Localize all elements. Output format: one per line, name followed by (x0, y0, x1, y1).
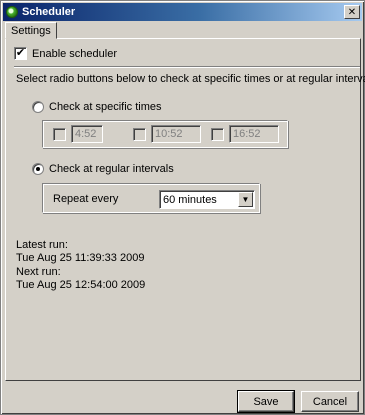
time-3-field[interactable]: 16:52 (229, 125, 279, 143)
save-button[interactable]: Save (237, 390, 295, 413)
close-icon: ✕ (347, 6, 357, 18)
time-2-checkbox[interactable] (133, 127, 146, 141)
specific-times-option[interactable]: Check at specific times (32, 101, 161, 113)
time-slot-2: 10:52 (133, 125, 201, 143)
time-slot-3: 16:52 (211, 125, 279, 143)
settings-panel: ✔ Enable scheduler Select radio buttons … (5, 38, 365, 381)
repeat-interval-select[interactable]: 60 minutes ▼ (159, 190, 255, 209)
tab-settings[interactable]: Settings (5, 22, 57, 39)
time-3-checkbox[interactable] (211, 127, 224, 141)
time-2-field[interactable]: 10:52 (151, 125, 201, 143)
radio-selected-dot (36, 167, 40, 171)
regular-intervals-label: Check at regular intervals (49, 163, 174, 175)
cancel-button[interactable]: Cancel (301, 391, 359, 412)
enable-scheduler-label: Enable scheduler (32, 47, 118, 60)
time-slot-1: 4:52 (53, 125, 103, 143)
specific-times-label: Check at specific times (49, 101, 162, 113)
enable-scheduler-checkbox[interactable]: ✔ (14, 47, 27, 60)
window-title: Scheduler (22, 6, 76, 18)
check-icon: ✔ (15, 47, 26, 59)
time-1-field[interactable]: 4:52 (71, 125, 103, 143)
enable-scheduler-row[interactable]: ✔ Enable scheduler (14, 47, 117, 60)
next-run-label: Next run: (16, 266, 61, 278)
app-icon (6, 6, 18, 18)
divider (14, 66, 360, 68)
regular-intervals-radio[interactable] (32, 163, 44, 175)
instructions-text: Select radio buttons below to check at s… (16, 73, 365, 85)
scheduler-window: Scheduler ✕ Settings ✔ Enable scheduler … (0, 0, 365, 415)
regular-intervals-group: Repeat every 60 minutes ▼ (42, 183, 260, 213)
next-run-value: Tue Aug 25 12:54:00 2009 (16, 279, 146, 291)
latest-run-value: Tue Aug 25 11:39:33 2009 (16, 252, 145, 264)
specific-times-radio[interactable] (32, 101, 44, 113)
time-1-checkbox[interactable] (53, 127, 66, 141)
repeat-interval-value: 60 minutes (163, 193, 217, 206)
title-bar[interactable]: Scheduler ✕ (3, 3, 362, 21)
latest-run-label: Latest run: (16, 239, 68, 251)
close-button[interactable]: ✕ (344, 5, 360, 19)
specific-times-group: 4:52 10:52 16:52 (42, 120, 288, 148)
chevron-down-icon[interactable]: ▼ (238, 192, 253, 207)
regular-intervals-option[interactable]: Check at regular intervals (32, 163, 174, 175)
repeat-every-label: Repeat every (53, 193, 119, 205)
